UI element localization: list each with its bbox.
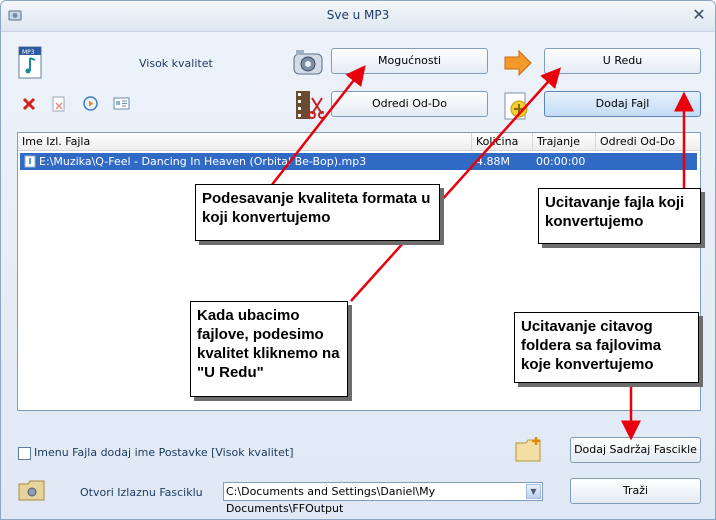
callout-ok: Kada ubacimo fajlove, podesimo kvalitet …: [190, 301, 348, 397]
callout-add-file: Ucitavanje fajla koji konvertujemo: [538, 188, 701, 244]
arrow-to-options: [270, 65, 366, 187]
callout-quality: Podesavanje kvaliteta formata u koji kon…: [195, 184, 440, 241]
annotation-arrows: [270, 65, 694, 441]
main-window: Sve u MP3 ✕ MP3 Visok kvalitet Mogućnost…: [0, 0, 716, 520]
callout-folder: Ucitavanje citavog foldera sa fajlovima …: [514, 312, 699, 383]
